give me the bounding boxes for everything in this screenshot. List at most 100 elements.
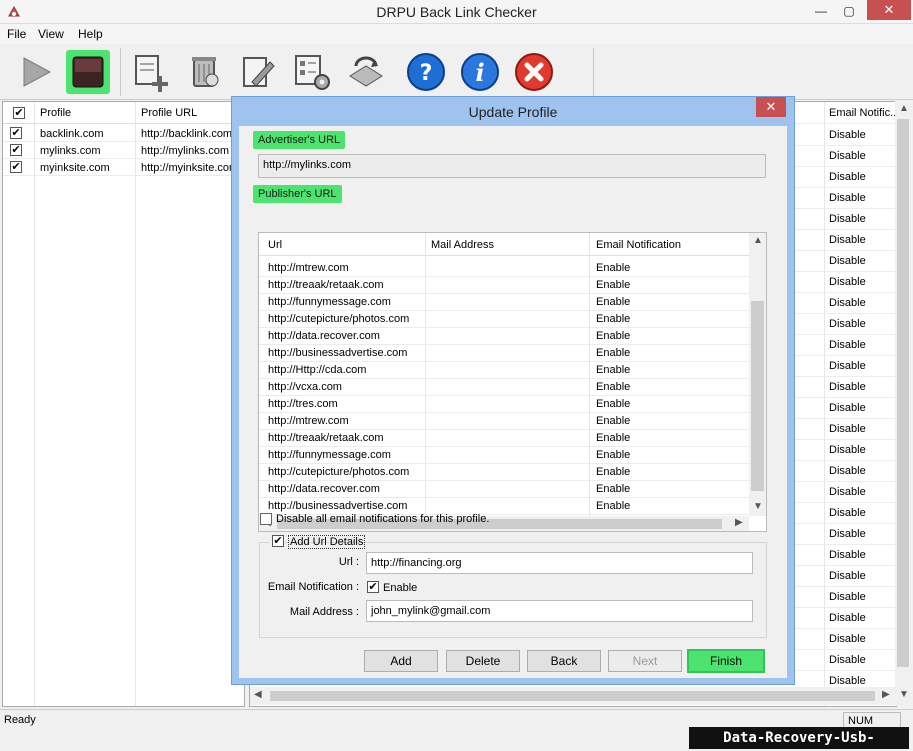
enable-label: Enable	[383, 582, 418, 594]
next-button[interactable]: Next	[608, 650, 682, 672]
row-email-notification: Disable	[829, 633, 866, 645]
grid-cell-url: http://treaak/retaak.com	[268, 432, 384, 444]
row-email-notification: Disable	[829, 654, 866, 666]
grid-cell-notify: Enable	[596, 398, 631, 410]
row-checkbox[interactable]: ✔	[10, 161, 22, 173]
grid-cell-notify: Enable	[596, 347, 631, 359]
row-email-notification: Disable	[829, 381, 866, 393]
settings-icon[interactable]	[290, 50, 334, 94]
stop-icon[interactable]	[66, 50, 110, 94]
menu-help[interactable]: Help	[78, 27, 103, 41]
row-email-notification: Disable	[829, 192, 866, 204]
row-email-notification: Disable	[829, 612, 866, 624]
dialog-body: Advertiser's URL http://mylinks.com Publ…	[239, 126, 787, 678]
add-url-details-checkbox[interactable]: ✔	[272, 535, 284, 547]
grid-row-divider	[259, 378, 749, 379]
back-button[interactable]: Back	[527, 650, 601, 672]
add-url-details-toggle[interactable]: ✔ Add Url Details	[269, 534, 366, 550]
grid-cell-notify: Enable	[596, 483, 631, 495]
delete-button[interactable]: Delete	[446, 650, 520, 672]
grid-header-notification[interactable]: Email Notification	[596, 239, 681, 251]
mail-address-label: Mail Address :	[289, 606, 359, 618]
watermark-text: Data-Recovery-Usb-Drive.com	[689, 727, 909, 749]
grid-cell-notify: Enable	[596, 466, 631, 478]
row-email-notification: Disable	[829, 339, 866, 351]
grid-cell-url: http://cutepicture/photos.com	[268, 313, 410, 325]
grid-cell-url: http://businessadvertise.com	[268, 347, 408, 359]
grid-cell-url: http://cutepicture/photos.com	[268, 466, 410, 478]
row-email-notification: Disable	[829, 507, 866, 519]
finish-button[interactable]: Finish	[687, 649, 765, 673]
row-profile: backlink.com	[40, 128, 104, 140]
row-email-notification: Disable	[829, 276, 866, 288]
row-email-notification: Disable	[829, 150, 866, 162]
select-all-checkbox[interactable]: ✔	[13, 107, 25, 119]
dialog-close-button[interactable]: ✕	[756, 97, 786, 117]
grid-header-url[interactable]: Url	[268, 239, 282, 251]
delete-profile-icon[interactable]	[182, 50, 226, 94]
menu-file[interactable]: File	[7, 27, 26, 41]
url-input[interactable]: http://financing.org	[366, 552, 753, 574]
grid-row-divider	[259, 293, 749, 294]
grid-cell-notify: Enable	[596, 364, 631, 376]
close-button[interactable]: ✕	[867, 0, 911, 20]
grid-cell-notify: Enable	[596, 381, 631, 393]
add-button[interactable]: Add	[364, 650, 438, 672]
grid-cell-url: http://businessadvertise.com	[268, 500, 408, 512]
grid-cell-notify: Enable	[596, 330, 631, 342]
status-text: Ready	[4, 714, 36, 726]
play-icon[interactable]	[14, 50, 58, 94]
header-email-notification[interactable]: Email Notific...	[829, 107, 899, 119]
row-email-notification: Disable	[829, 486, 866, 498]
header-profile-url[interactable]: Profile URL	[141, 107, 197, 119]
row-url: http://backlink.com	[141, 128, 233, 140]
menu-view[interactable]: View	[38, 27, 64, 41]
advertiser-url-field[interactable]: http://mylinks.com	[258, 154, 766, 178]
grid-cell-url: http://funnymessage.com	[268, 449, 391, 461]
horizontal-scrollbar[interactable]: ◀ ▶	[250, 687, 895, 705]
grid-cell-notify: Enable	[596, 500, 631, 512]
row-url: http://myinksite.com	[141, 162, 239, 174]
grid-cell-url: http://mtrew.com	[268, 415, 349, 427]
grid-cell-notify: Enable	[596, 296, 631, 308]
vertical-scrollbar[interactable]: ▲ ▼	[895, 101, 911, 706]
grid-row-divider	[259, 344, 749, 345]
grid-row-divider	[259, 480, 749, 481]
url-label: Url :	[338, 556, 359, 568]
grid-cell-notify: Enable	[596, 449, 631, 461]
grid-cell-url: http://data.recover.com	[268, 483, 380, 495]
enable-checkbox[interactable]: ✔	[367, 581, 379, 593]
row-email-notification: Disable	[829, 255, 866, 267]
header-profile[interactable]: Profile	[40, 107, 71, 119]
grid-row-divider	[259, 429, 749, 430]
row-checkbox[interactable]: ✔	[10, 127, 22, 139]
row-checkbox[interactable]: ✔	[10, 144, 22, 156]
exit-icon[interactable]	[512, 50, 556, 94]
row-email-notification: Disable	[829, 444, 866, 456]
publisher-url-grid: Url Mail Address Email Notification http…	[258, 232, 767, 532]
row-url: http://mylinks.com	[141, 145, 230, 157]
help-icon[interactable]: ?	[404, 50, 448, 94]
svg-text:i: i	[475, 58, 484, 87]
row-email-notification: Disable	[829, 360, 866, 372]
add-profile-icon[interactable]	[128, 50, 172, 94]
mail-address-input[interactable]: john_mylink@gmail.com	[366, 600, 753, 622]
refresh-icon[interactable]	[344, 50, 388, 94]
grid-header-mail[interactable]: Mail Address	[431, 239, 494, 251]
status-bar: Ready NUM	[0, 709, 913, 729]
grid-row-divider	[259, 497, 749, 498]
num-lock-indicator: NUM	[843, 712, 901, 728]
grid-cell-notify: Enable	[596, 262, 631, 274]
row-email-notification: Disable	[829, 675, 866, 687]
info-icon[interactable]: i	[458, 50, 502, 94]
row-profile: myinksite.com	[40, 162, 110, 174]
minimize-button[interactable]: —	[808, 0, 834, 22]
profile-table: ✔ Profile Profile URL ✔ backlink.com htt…	[2, 101, 245, 707]
advertiser-url-label: Advertiser's URL	[253, 131, 346, 149]
grid-cell-url: http://tres.com	[268, 398, 338, 410]
grid-vertical-scrollbar[interactable]: ▲ ▼	[749, 233, 766, 516]
maximize-button[interactable]: ▢	[836, 0, 862, 22]
dialog-title: Update Profile	[468, 104, 558, 120]
edit-profile-icon[interactable]	[236, 50, 280, 94]
disable-all-checkbox[interactable]	[260, 513, 272, 525]
